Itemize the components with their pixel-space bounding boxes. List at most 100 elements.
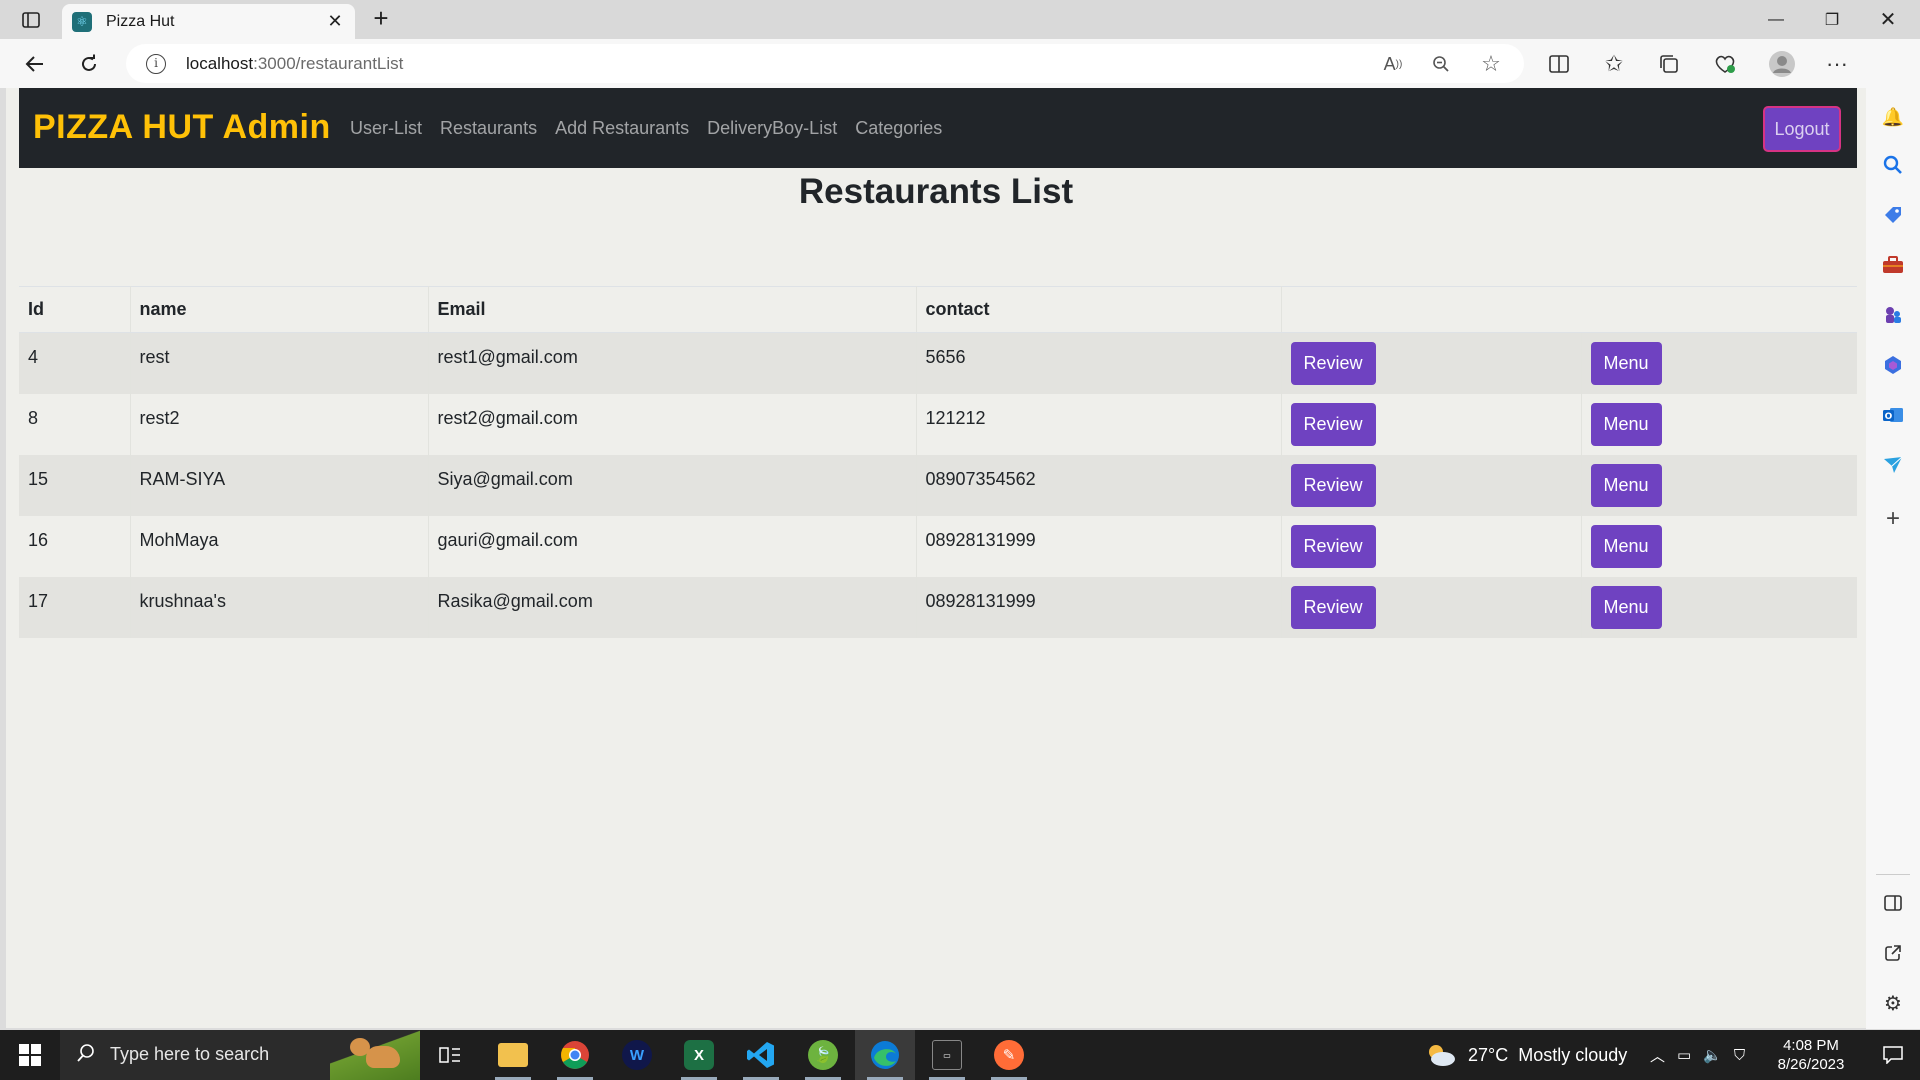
url-path: :3000/restaurantList <box>253 54 404 73</box>
menu-button[interactable]: Menu <box>1590 463 1662 507</box>
cell-menu: Menu <box>1581 332 1857 394</box>
nav-link-deliveryboy-list[interactable]: DeliveryBoy-List <box>707 118 837 139</box>
outlook-icon[interactable]: O <box>1879 401 1907 429</box>
admin-navbar: PIZZA HUT Admin User-List Restaurants Ad… <box>19 88 1857 168</box>
back-icon[interactable] <box>18 47 52 81</box>
cell-name: krushnaa's <box>130 576 429 638</box>
nav-links: User-List Restaurants Add Restaurants De… <box>350 118 942 139</box>
notification-bell-icon[interactable]: 🔔 <box>1879 103 1907 131</box>
microsoft365-icon[interactable] <box>1879 351 1907 379</box>
table-row: 15 RAM-SIYA Siya@gmail.com 08907354562 R… <box>19 454 1857 516</box>
search-placeholder: Type here to search <box>110 1044 270 1064</box>
refresh-icon[interactable] <box>72 47 106 81</box>
cell-email: rest2@gmail.com <box>428 393 917 455</box>
cell-name: MohMaya <box>130 515 429 577</box>
clock-date: 8/26/2023 <box>1777 1056 1845 1073</box>
table-row: 16 MohMaya gauri@gmail.com 08928131999 R… <box>19 515 1857 577</box>
read-aloud-icon[interactable]: A)) <box>1378 49 1408 79</box>
file-explorer-icon[interactable] <box>483 1030 543 1080</box>
settings-gear-icon[interactable]: ⚙ <box>1879 989 1907 1017</box>
nav-link-categories[interactable]: Categories <box>855 118 942 139</box>
windows-start-icon[interactable] <box>0 1030 60 1080</box>
review-button[interactable]: Review <box>1290 524 1376 568</box>
taskbar-search-box[interactable]: Type here to search <box>60 1030 420 1080</box>
menu-button[interactable]: Menu <box>1590 585 1662 629</box>
sidebar-panel-icon[interactable] <box>1879 889 1907 917</box>
tools-icon[interactable] <box>1879 251 1907 279</box>
battery-icon[interactable]: ▭ <box>1677 1046 1691 1064</box>
review-button[interactable]: Review <box>1290 463 1376 507</box>
menu-button[interactable]: Menu <box>1590 342 1662 385</box>
minimize-icon[interactable]: — <box>1748 0 1804 39</box>
menu-button[interactable]: Menu <box>1590 402 1662 446</box>
svg-text:O: O <box>1885 412 1893 422</box>
chrome-icon[interactable] <box>545 1030 605 1080</box>
nav-link-restaurants[interactable]: Restaurants <box>440 118 537 139</box>
add-sidebar-app-icon[interactable]: + <box>1879 505 1907 533</box>
zoom-out-icon[interactable] <box>1426 49 1456 79</box>
profile-avatar[interactable] <box>1765 47 1799 81</box>
send-icon[interactable] <box>1879 451 1907 479</box>
cell-email: Rasika@gmail.com <box>428 576 917 638</box>
weather-desc: Mostly cloudy <box>1518 1044 1628 1065</box>
excel-icon[interactable]: X <box>669 1030 729 1080</box>
close-window-icon[interactable]: ✕ <box>1860 0 1916 39</box>
close-tab-icon[interactable]: ✕ <box>323 10 347 34</box>
review-button[interactable]: Review <box>1290 402 1376 446</box>
favorites-icon[interactable]: ✩ <box>1597 47 1631 81</box>
volume-icon[interactable]: 🔈 <box>1703 1046 1722 1064</box>
browser-essentials-icon[interactable] <box>1708 47 1742 81</box>
taskbar-clock[interactable]: 4:08 PM 8/26/2023 <box>1766 1036 1856 1074</box>
url-text[interactable]: localhost:3000/restaurantList <box>186 54 403 74</box>
cell-contact: 08907354562 <box>916 454 1282 516</box>
cell-review: Review <box>1281 393 1582 455</box>
task-view-icon[interactable] <box>420 1030 480 1080</box>
restore-icon[interactable]: ❐ <box>1804 0 1860 39</box>
nav-link-user-list[interactable]: User-List <box>350 118 422 139</box>
search-icon[interactable] <box>1879 151 1907 179</box>
tab-actions-icon[interactable] <box>18 8 44 32</box>
chevron-up-icon[interactable]: ︿ <box>1650 1045 1665 1066</box>
cell-menu: Menu <box>1581 515 1857 577</box>
table-header-row: Id name Email contact <box>19 286 1857 333</box>
mysql-workbench-icon[interactable]: ▭ <box>917 1030 977 1080</box>
column-header-contact: contact <box>916 286 1282 333</box>
more-options-icon[interactable]: ··· <box>1820 47 1854 81</box>
menu-button[interactable]: Menu <box>1590 524 1662 568</box>
cell-email: rest1@gmail.com <box>428 332 917 394</box>
nav-link-add-restaurants[interactable]: Add Restaurants <box>555 118 689 139</box>
vscode-icon[interactable] <box>731 1030 791 1080</box>
edge-icon[interactable] <box>855 1030 915 1080</box>
logout-button[interactable]: Logout <box>1763 106 1841 152</box>
favorite-star-icon[interactable]: ☆ <box>1476 49 1506 79</box>
postman-icon[interactable]: ✎ <box>979 1030 1039 1080</box>
security-shield-icon[interactable]: ⛉ <box>1734 1047 1745 1064</box>
games-icon[interactable] <box>1879 301 1907 329</box>
webex-icon[interactable]: W <box>607 1030 667 1080</box>
new-tab-button[interactable]: + <box>368 5 394 32</box>
browser-tab-bar: ⚛ Pizza Hut ✕ + — ❐ ✕ <box>0 0 1920 39</box>
shopping-tag-icon[interactable] <box>1879 201 1907 229</box>
cell-review: Review <box>1281 576 1582 638</box>
site-info-icon[interactable]: i <box>146 54 166 74</box>
browser-tab[interactable]: ⚛ Pizza Hut ✕ <box>62 4 355 39</box>
sidebar-divider <box>1876 874 1910 875</box>
open-external-icon[interactable] <box>1879 939 1907 967</box>
cell-id: 17 <box>19 576 131 638</box>
collections-icon[interactable] <box>1652 47 1686 81</box>
cell-review: Review <box>1281 332 1582 394</box>
address-bar[interactable]: i localhost:3000/restaurantList A)) ☆ <box>126 44 1524 83</box>
review-button[interactable]: Review <box>1290 342 1376 385</box>
edge-sidebar: 🔔 O + ⚙ <box>1866 39 1920 1029</box>
cell-menu: Menu <box>1581 576 1857 638</box>
cell-name: RAM-SIYA <box>130 454 429 516</box>
brand-logo[interactable]: PIZZA HUT Admin <box>33 108 331 147</box>
split-screen-icon[interactable] <box>1542 47 1576 81</box>
notification-center-icon[interactable] <box>1866 1030 1920 1080</box>
spring-tools-icon[interactable]: 🍃 <box>793 1030 853 1080</box>
weather-widget[interactable]: 27°C Mostly cloudy <box>1424 1030 1627 1080</box>
weather-temp: 27°C <box>1468 1044 1509 1065</box>
review-button[interactable]: Review <box>1290 585 1376 629</box>
cell-contact: 121212 <box>916 393 1282 455</box>
system-tray: ︿ ▭ 🔈 ⛉ <box>1650 1030 1745 1080</box>
